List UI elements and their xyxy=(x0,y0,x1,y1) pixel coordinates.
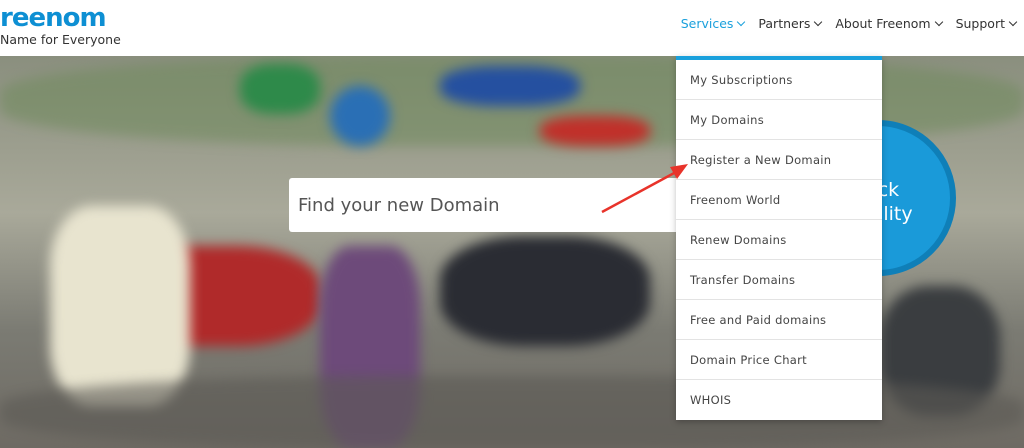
nav-services[interactable]: Services xyxy=(680,16,746,31)
menu-item-renew-domains[interactable]: Renew Domains xyxy=(676,220,882,260)
menu-item-my-domains[interactable]: My Domains xyxy=(676,100,882,140)
domain-search-input[interactable] xyxy=(289,178,689,232)
menu-item-whois[interactable]: WHOIS xyxy=(676,380,882,420)
nav-support-label: Support xyxy=(955,16,1005,31)
chevron-down-icon xyxy=(934,17,943,27)
domain-search-box[interactable] xyxy=(289,178,689,232)
main-nav: Services Partners About Freenom Support xyxy=(667,16,1018,31)
chevron-down-icon xyxy=(737,17,746,27)
menu-item-freenom-world[interactable]: Freenom World xyxy=(676,180,882,220)
nav-services-label: Services xyxy=(680,16,734,31)
menu-item-register-new-domain[interactable]: Register a New Domain xyxy=(676,140,882,180)
road-sign-shape xyxy=(330,86,390,146)
black-car-shape xyxy=(440,236,650,346)
nav-about[interactable]: About Freenom xyxy=(835,16,943,31)
nav-about-label: About Freenom xyxy=(835,16,931,31)
menu-item-transfer-domains[interactable]: Transfer Domains xyxy=(676,260,882,300)
chevron-down-icon xyxy=(1008,17,1018,27)
billboard-shape xyxy=(440,66,580,106)
logo[interactable]: reenom Name for Everyone xyxy=(0,4,121,47)
logo-tagline: Name for Everyone xyxy=(0,32,121,47)
menu-item-my-subscriptions[interactable]: My Subscriptions xyxy=(676,60,882,100)
menu-item-free-and-paid-domains[interactable]: Free and Paid domains xyxy=(676,300,882,340)
chevron-down-icon xyxy=(814,17,823,27)
cyclist-shape xyxy=(50,206,190,406)
logo-wordmark: reenom xyxy=(0,3,107,33)
menu-item-domain-price-chart[interactable]: Domain Price Chart xyxy=(676,340,882,380)
nav-support[interactable]: Support xyxy=(955,16,1018,31)
nav-partners-label: Partners xyxy=(758,16,811,31)
services-dropdown-menu: My Subscriptions My Domains Register a N… xyxy=(676,56,882,420)
site-header: reenom Name for Everyone Services Partne… xyxy=(0,0,1024,56)
sign-shape xyxy=(240,64,320,114)
nav-partners[interactable]: Partners xyxy=(758,16,823,31)
banner-shape xyxy=(540,116,650,146)
